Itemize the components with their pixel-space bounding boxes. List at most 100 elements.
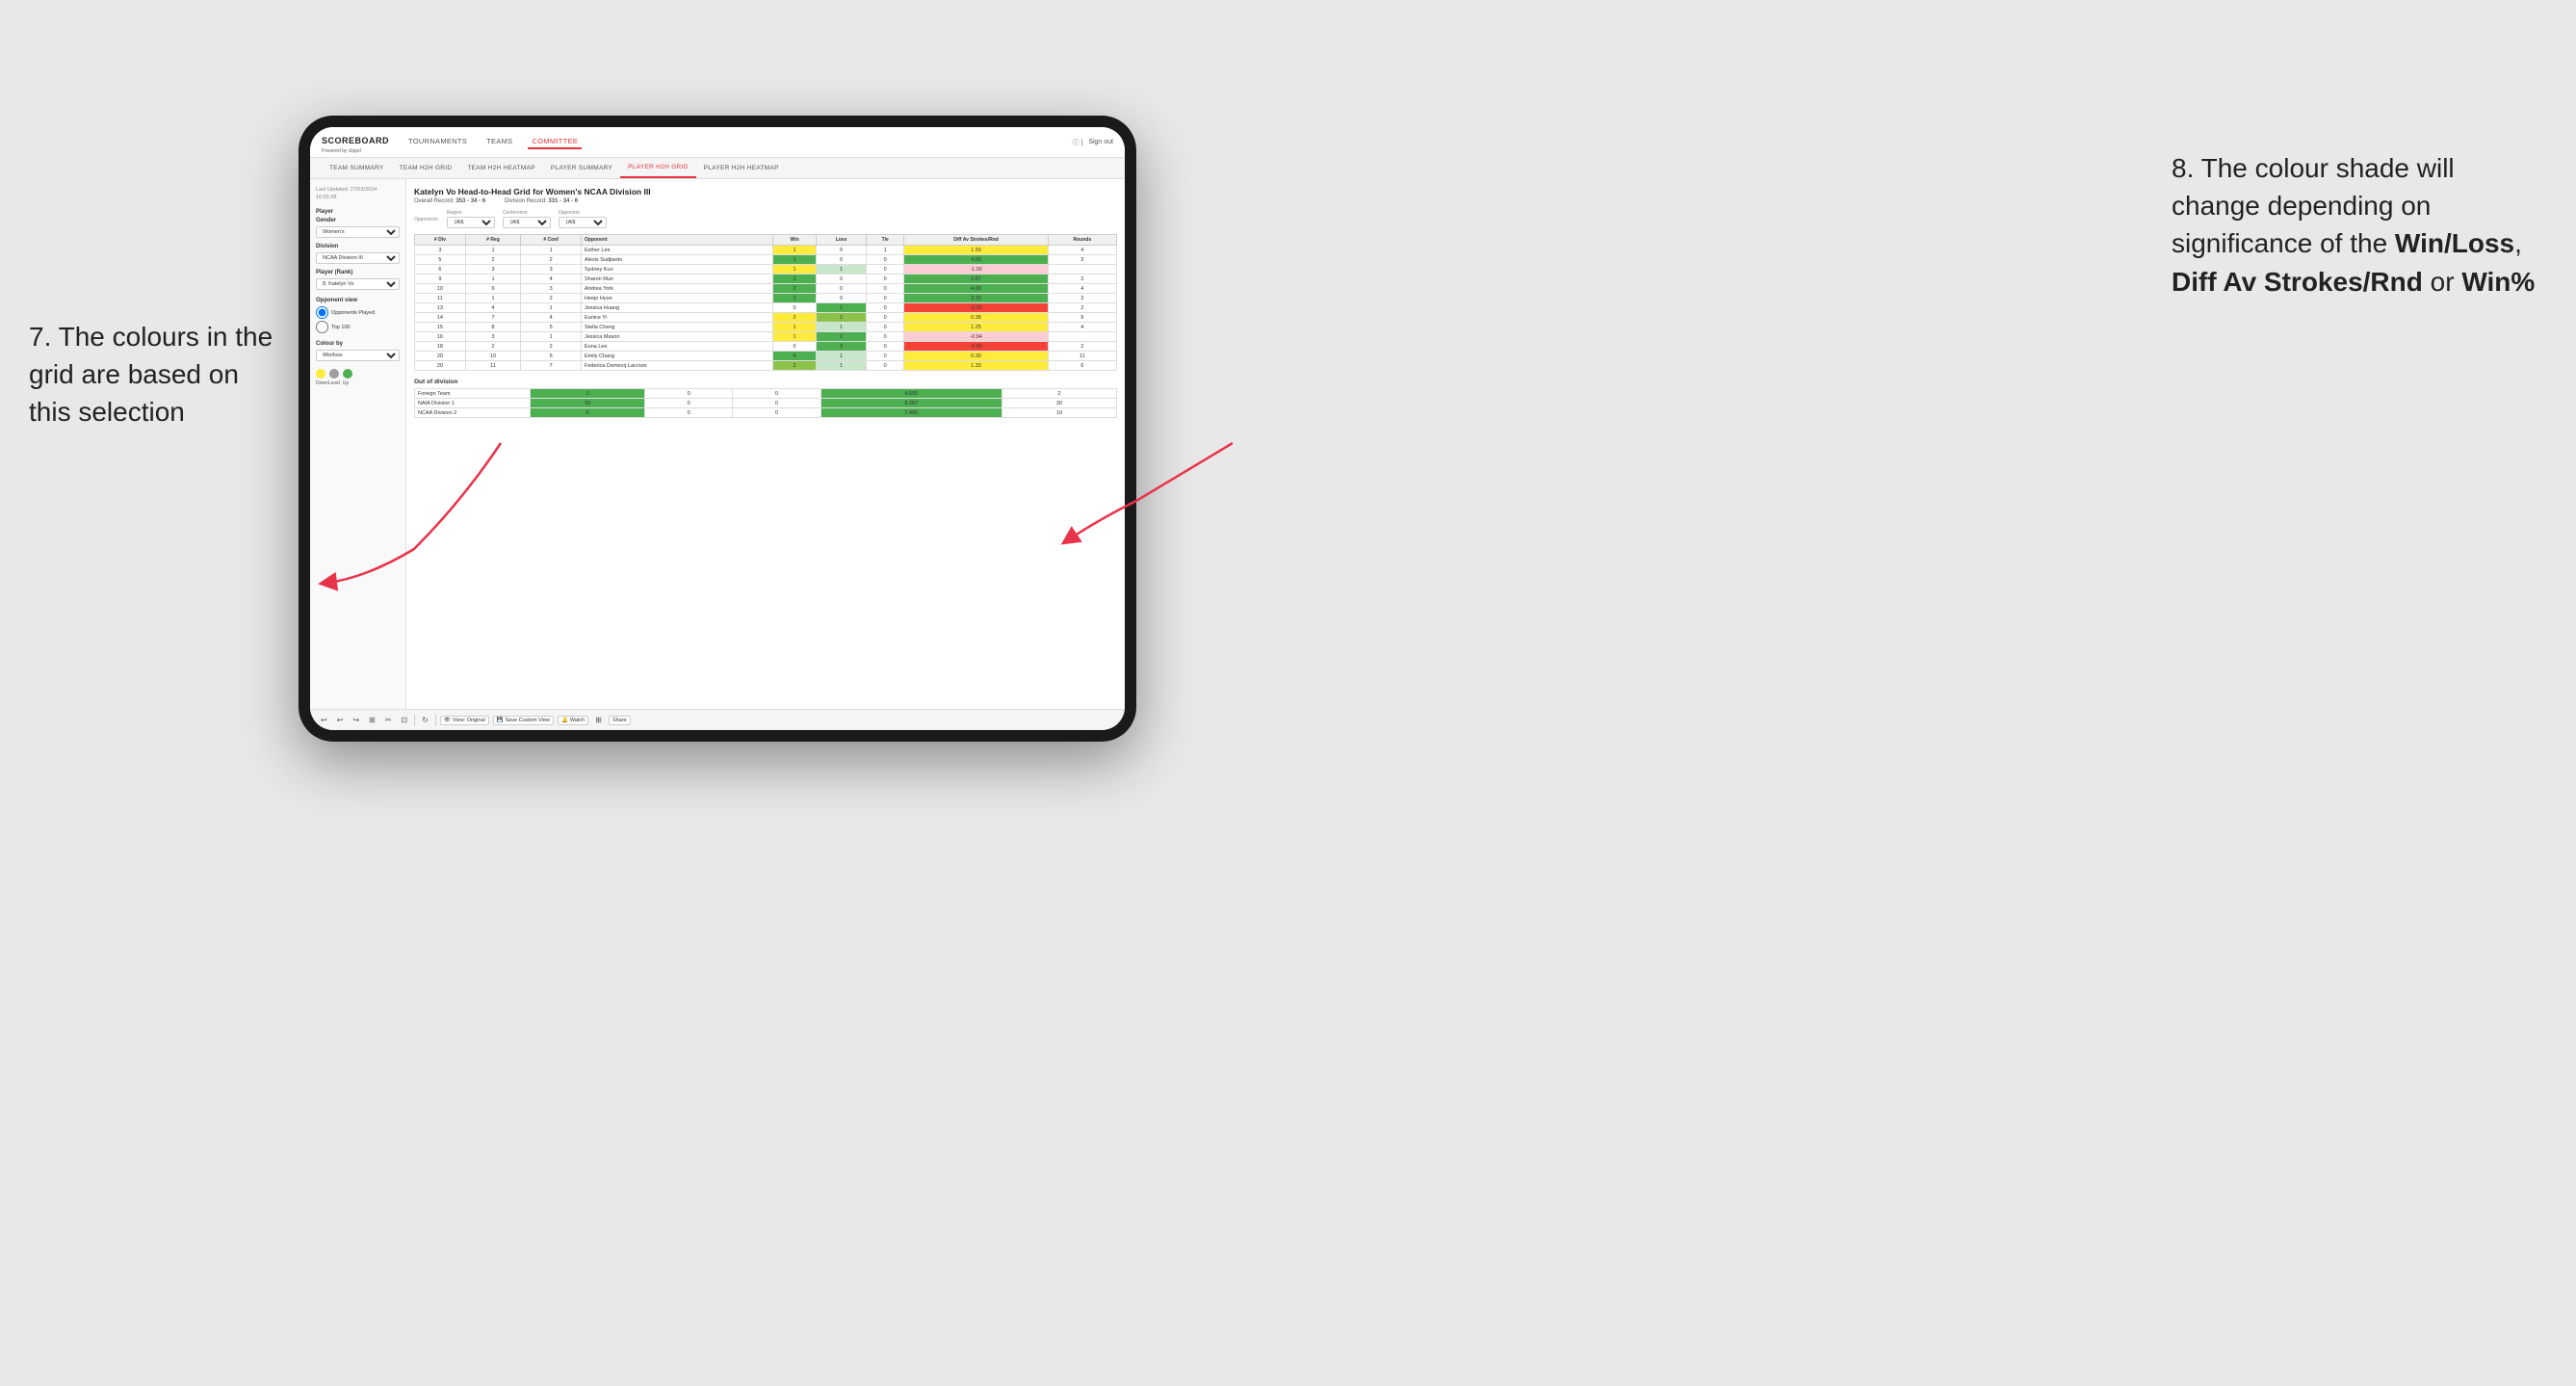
th-rounds: Rounds [1048, 235, 1116, 246]
overall-record: Overall Record: 353 - 34 - 6 [414, 198, 485, 204]
view-original-button[interactable]: 👁 View: Original [440, 716, 489, 725]
paste-button[interactable]: ⊡ [399, 715, 411, 725]
cell-win: 15 [531, 399, 645, 408]
more-button[interactable]: ⊞ [592, 715, 605, 725]
cell-win: 5 [531, 408, 645, 418]
cell-div: 5 [415, 255, 466, 265]
cell-win: 1 [531, 389, 645, 399]
sub-nav-player-summary[interactable]: PLAYER SUMMARY [543, 158, 620, 178]
cell-diff: 0.30 [904, 352, 1048, 361]
cell-conf: 1 [521, 332, 582, 342]
cell-reg: 8 [465, 323, 520, 332]
table-row: 13 4 1 Jessica Huang 0 1 0 -3.00 2 [415, 303, 1117, 313]
cell-reg: 11 [465, 361, 520, 371]
cell-loss: 3 [817, 342, 867, 352]
undo2-button[interactable]: ↪ [350, 715, 362, 725]
save-custom-button[interactable]: 💾 Save Custom View [493, 716, 554, 725]
region-select[interactable]: (All) [447, 217, 495, 228]
division-select[interactable]: NCAA Division III [316, 252, 400, 264]
cell-opponent: Alexis Sudjianto [582, 255, 773, 265]
opponent-select[interactable]: (All) [559, 217, 607, 228]
cell-win: 2 [773, 313, 817, 323]
cell-win: 1 [773, 275, 817, 284]
cell-loss: 0 [817, 255, 867, 265]
cell-diff: 1.25 [904, 323, 1048, 332]
cell-rounds: 4 [1048, 284, 1116, 294]
cell-opponent: Foreign Team [415, 389, 531, 399]
opponent-view-section: Opponent view Opponents Played Top 100 [316, 298, 400, 333]
region-label: Region [447, 210, 495, 216]
cell-loss: 2 [817, 313, 867, 323]
legend-label-down: Down [316, 380, 325, 386]
cell-rounds [1048, 332, 1116, 342]
nav-committee[interactable]: COMMITTEE [528, 135, 582, 149]
scissors-button[interactable]: ✂ [382, 715, 395, 725]
gender-select[interactable]: Women's [316, 226, 400, 238]
cell-rounds: 30 [1002, 399, 1116, 408]
cell-reg: 1 [465, 246, 520, 255]
logo-sub: Powered by clippd [322, 148, 389, 154]
player-rank-select[interactable]: 8. Katelyn Vo [316, 278, 400, 290]
copy-button[interactable]: ⊞ [366, 715, 378, 725]
refresh-button[interactable]: ↻ [419, 715, 431, 725]
th-div: # Div [415, 235, 466, 246]
th-diff: Diff Av Strokes/Rnd [904, 235, 1048, 246]
cell-win: 1 [773, 323, 817, 332]
cell-conf: 6 [521, 352, 582, 361]
player-section: Player Gender Women's Division NCAA Divi… [316, 209, 400, 290]
conference-select[interactable]: (All) [503, 217, 551, 228]
toolbar-divider-2 [435, 715, 436, 726]
nav-teams[interactable]: TEAMS [482, 135, 516, 149]
last-updated: Last Updated: 27/03/202416:55:38 [316, 187, 400, 201]
cell-opponent: Eunice Yi [582, 313, 773, 323]
legend-labels: Down Level Up [316, 380, 400, 386]
header-icon: ⓘ | [1073, 138, 1083, 147]
cell-diff: 4.00 [904, 284, 1048, 294]
cell-reg: 3 [465, 332, 520, 342]
redo-button[interactable]: ↩ [334, 715, 347, 725]
cell-reg: 2 [465, 255, 520, 265]
cell-conf: 4 [521, 313, 582, 323]
cell-opponent: Jessica Huang [582, 303, 773, 313]
sub-nav-player-h2h-heatmap[interactable]: PLAYER H2H HEATMAP [696, 158, 787, 178]
colour-legend: Down Level Up [316, 369, 400, 386]
legend-dots [316, 369, 400, 379]
radio-opponents-played[interactable]: Opponents Played [316, 306, 400, 319]
undo-button[interactable]: ↩ [318, 715, 330, 725]
sub-nav-player-h2h-grid[interactable]: PLAYER H2H GRID [620, 158, 696, 178]
table-row: 6 3 3 Sydney Kuo 1 1 0 -1.00 [415, 265, 1117, 275]
cell-tie: 0 [867, 342, 904, 352]
sub-nav-team-summary[interactable]: TEAM SUMMARY [322, 158, 392, 178]
opponents-label: Opponents: [414, 217, 439, 222]
cell-opponent: Sydney Kuo [582, 265, 773, 275]
cell-reg: 3 [465, 265, 520, 275]
cell-opponent: Esther Lee [582, 246, 773, 255]
radio-top100[interactable]: Top 100 [316, 321, 400, 333]
cell-opponent: Euna Lee [582, 342, 773, 352]
annotation-right: 8. The colour shade will change dependin… [2172, 149, 2547, 301]
cell-win: 1 [773, 332, 817, 342]
cell-rounds: 11 [1048, 352, 1116, 361]
share-button[interactable]: Share [609, 716, 631, 725]
cell-win: 2 [773, 361, 817, 371]
filter-opponent: Opponent (All) [559, 210, 607, 228]
cell-diff: -3.00 [904, 303, 1048, 313]
sub-nav-team-h2h-heatmap[interactable]: TEAM H2H HEATMAP [459, 158, 542, 178]
cell-div: 13 [415, 303, 466, 313]
cell-rounds: 3 [1048, 294, 1116, 303]
toolbar: ↩ ↩ ↪ ⊞ ✂ ⊡ ↻ 👁 View: Original 💾 Save Cu… [310, 709, 1125, 730]
cell-win: 1 [773, 265, 817, 275]
sub-nav-team-h2h-grid[interactable]: TEAM H2H GRID [392, 158, 460, 178]
th-opponent: Opponent [582, 235, 773, 246]
table-row: 14 7 4 Eunice Yi 2 2 0 0.38 9 [415, 313, 1117, 323]
logo-area: SCOREBOARD Powered by clippd [322, 131, 389, 154]
cell-reg: 1 [465, 275, 520, 284]
cell-loss: 1 [817, 361, 867, 371]
sign-out-link[interactable]: Sign out [1088, 139, 1113, 145]
table-row: Foreign Team 1 0 0 4.500 2 [415, 389, 1117, 399]
watch-button[interactable]: 🔔 Watch [558, 716, 588, 725]
annotation-bold1: Win/Loss [2395, 228, 2514, 258]
cell-conf: 1 [521, 303, 582, 313]
colour-by-select[interactable]: Win/loss [316, 350, 400, 361]
nav-tournaments[interactable]: TOURNAMENTS [404, 135, 471, 149]
